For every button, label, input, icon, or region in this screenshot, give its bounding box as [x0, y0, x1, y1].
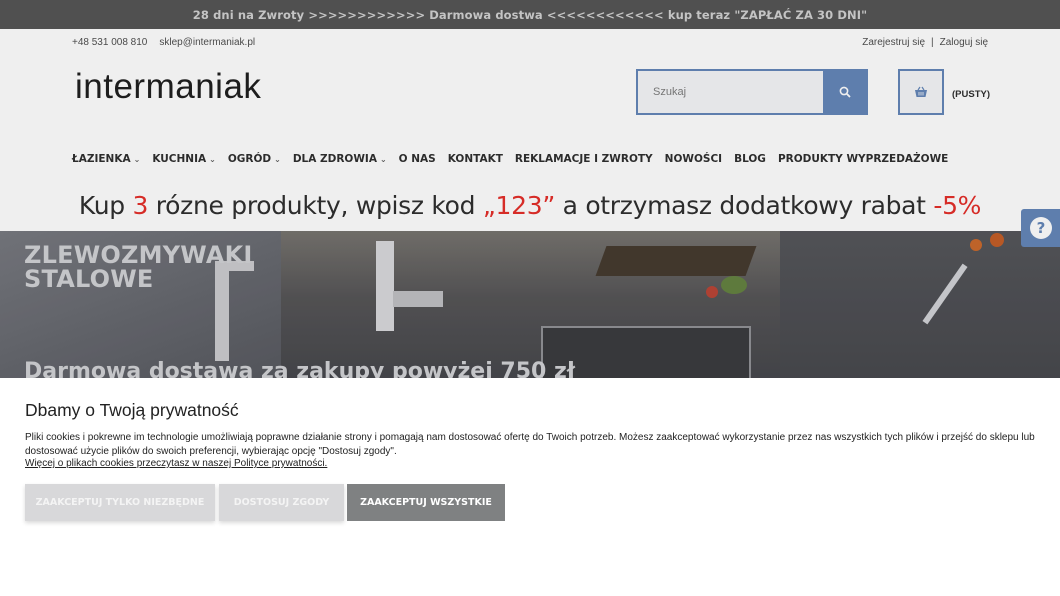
site-logo[interactable]: intermaniak	[75, 67, 261, 107]
nav-item-nowosci[interactable]: NOWOŚCI	[665, 153, 722, 165]
nav-label: NOWOŚCI	[664, 153, 723, 165]
help-button[interactable]: ?	[1021, 209, 1060, 247]
banner-discount: -5%	[933, 191, 982, 220]
account-separator: |	[931, 37, 934, 48]
hero-title-line: ZLEWOZMYWAKI	[24, 241, 253, 269]
chevron-down-icon: ⌄	[274, 154, 281, 164]
nav-label: REKLAMACJE I ZWROTY	[514, 153, 653, 165]
search-button[interactable]	[823, 71, 866, 113]
food-shape	[990, 233, 1004, 247]
email-link[interactable]: sklep@intermaniak.pl	[159, 37, 255, 48]
banner-text-part: Kup	[78, 191, 133, 220]
hero-title-line: STALOWE	[24, 265, 154, 293]
chevron-down-icon: ⌄	[209, 154, 216, 164]
nav-label: KUCHNIA	[152, 153, 207, 165]
nav-label: KONTAKT	[447, 153, 503, 165]
knife-shape	[922, 263, 968, 325]
banner-highlight: 3	[132, 191, 149, 220]
faucet-shape	[376, 241, 394, 331]
login-link[interactable]: Zaloguj się	[940, 37, 988, 48]
nav-item-dla-zdrowia[interactable]: DLA ZDROWIA ⌄	[293, 153, 387, 165]
promo-banner[interactable]: Kup 3 rózne produkty, wpisz kod „123” a …	[0, 191, 1060, 220]
accept-necessary-button[interactable]: Zaakceptuj tylko niezbędne	[25, 484, 215, 521]
cookie-text: Pliki cookies i pokrewne im technologie …	[25, 432, 1035, 457]
search-box	[636, 69, 868, 115]
nav-item-kontakt[interactable]: KONTAKT	[448, 153, 503, 165]
banner-code: „123”	[482, 191, 555, 220]
nav-label: OGRÓD	[227, 153, 272, 165]
nav-item-wyprzedaz[interactable]: PRODUKTY WYPRZEDAŻOWE	[778, 153, 948, 165]
nav-item-blog[interactable]: BLOG	[734, 153, 766, 165]
promo-bar: 28 dni na Zwroty >>>>>>>>>>>> Darmowa do…	[0, 0, 1060, 29]
nav-label: BLOG	[734, 153, 766, 165]
cookie-title: Dbamy o Twoją prywatność	[25, 400, 239, 420]
contact-info: +48 531 008 810 sklep@intermaniak.pl	[72, 37, 255, 48]
account-links: Zarejestruj się | Zaloguj się	[862, 37, 988, 48]
search-icon	[839, 86, 851, 98]
hero-image-right	[780, 231, 1060, 381]
banner-text-part: a otrzymasz dodatkowy rabat	[555, 191, 934, 220]
chevron-down-icon: ⌄	[133, 154, 141, 164]
tomato-shape	[706, 286, 718, 298]
nav-label: DLA ZDROWIA	[292, 153, 377, 165]
hero-slider[interactable]: ZLEWOZMYWAKI STALOWE Darmowa dostawa za …	[0, 231, 1060, 381]
customize-consent-button[interactable]: Dostosuj zgody	[219, 484, 344, 521]
nav-item-o-nas[interactable]: O NAS	[399, 153, 436, 165]
faucet-shape	[393, 291, 443, 307]
cutting-board-shape	[595, 246, 757, 276]
site-header: +48 531 008 810 sklep@intermaniak.pl Zar…	[0, 29, 1060, 231]
cart-status[interactable]: (PUSTY)	[952, 89, 990, 100]
nav-label: ŁAZIENKA	[72, 153, 131, 165]
question-icon: ?	[1029, 217, 1052, 239]
register-link[interactable]: Zarejestruj się	[862, 37, 925, 48]
privacy-policy-link[interactable]: Więcej o plikach cookies przeczytasz w n…	[25, 458, 327, 469]
phone-link[interactable]: +48 531 008 810	[72, 37, 147, 48]
hero-title: ZLEWOZMYWAKI STALOWE	[24, 243, 253, 291]
basket-icon	[915, 86, 927, 97]
herb-shape	[721, 276, 747, 294]
search-input[interactable]	[638, 71, 823, 113]
cart-button[interactable]	[898, 69, 944, 115]
main-nav: ŁAZIENKA ⌄ KUCHNIA ⌄ OGRÓD ⌄ DLA ZDROWIA ⌄ O…	[72, 153, 948, 165]
nav-item-ogrod[interactable]: OGRÓD ⌄	[228, 153, 281, 165]
food-shape	[970, 239, 982, 251]
nav-item-lazienka[interactable]: ŁAZIENKA ⌄	[72, 153, 140, 165]
banner-text-part: rózne produkty, wpisz kod	[148, 191, 483, 220]
cookie-consent-panel: Dbamy o Twoją prywatność Pliki cookies i…	[0, 378, 1060, 596]
chevron-down-icon: ⌄	[379, 154, 387, 164]
nav-item-kuchnia[interactable]: KUCHNIA ⌄	[152, 153, 216, 165]
accept-all-button[interactable]: Zaakceptuj wszystkie	[347, 484, 505, 521]
nav-label: O NAS	[398, 153, 436, 165]
promo-text: 28 dni na Zwroty >>>>>>>>>>>> Darmowa do…	[192, 7, 868, 22]
nav-label: PRODUKTY WYPRZEDAŻOWE	[777, 153, 949, 165]
svg-text:?: ?	[1036, 219, 1045, 237]
nav-item-reklamacje[interactable]: REKLAMACJE I ZWROTY	[515, 153, 653, 165]
